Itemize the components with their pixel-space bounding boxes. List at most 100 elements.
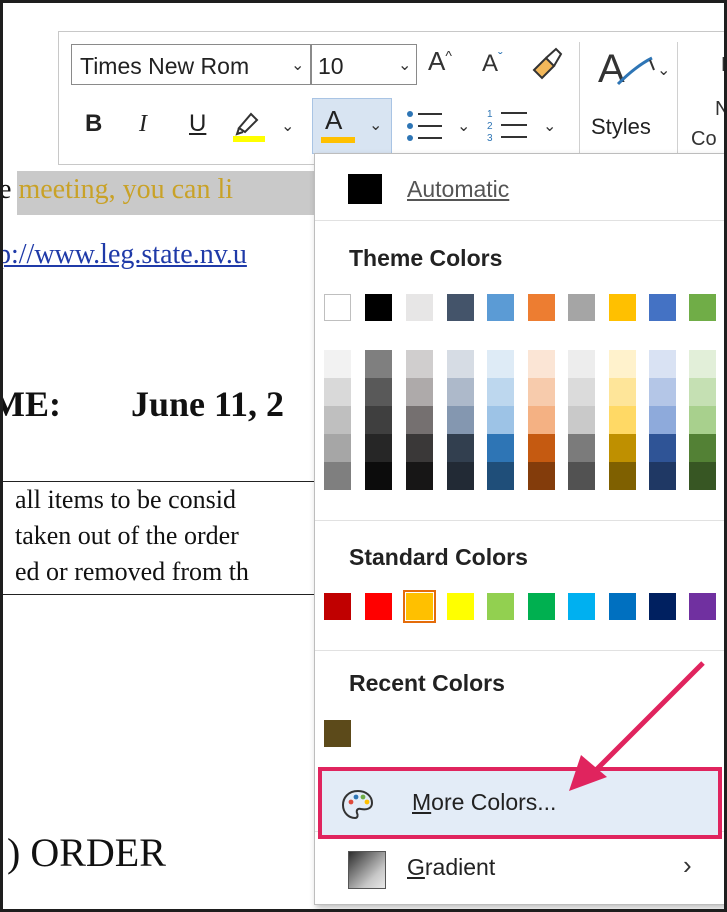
- theme-shade-swatch[interactable]: [324, 406, 351, 434]
- theme-shade-swatch[interactable]: [528, 406, 555, 434]
- theme-shade-swatch[interactable]: [324, 378, 351, 406]
- theme-shade-swatch[interactable]: [365, 462, 392, 490]
- standard-color-swatch[interactable]: [609, 593, 636, 620]
- theme-shade-swatch[interactable]: [406, 434, 433, 462]
- italic-button[interactable]: I: [139, 112, 147, 136]
- theme-color-swatch[interactable]: [324, 294, 351, 321]
- theme-shade-swatch[interactable]: [568, 406, 595, 434]
- standard-color-swatch[interactable]: [365, 593, 392, 620]
- theme-shade-swatch[interactable]: [406, 350, 433, 378]
- chevron-down-icon[interactable]: ⌄: [291, 55, 304, 75]
- theme-shade-swatch[interactable]: [487, 462, 514, 490]
- underline-button[interactable]: U: [189, 112, 206, 136]
- standard-color-swatch[interactable]: [487, 593, 514, 620]
- standard-color-swatch[interactable]: [649, 593, 676, 620]
- theme-shade-swatch[interactable]: [487, 350, 514, 378]
- standard-color-swatch[interactable]: [403, 590, 436, 623]
- chevron-down-icon[interactable]: ⌄: [657, 60, 670, 80]
- chevron-down-icon[interactable]: ⌄: [398, 55, 411, 75]
- theme-shade-swatch[interactable]: [447, 378, 474, 406]
- standard-color-swatch[interactable]: [324, 593, 351, 620]
- theme-shade-swatch[interactable]: [609, 406, 636, 434]
- grow-font-icon[interactable]: A^: [428, 48, 452, 74]
- doc-link[interactable]: p://www.leg.state.nv.u: [3, 239, 247, 270]
- theme-shade-swatch[interactable]: [365, 378, 392, 406]
- theme-shade-swatch[interactable]: [568, 434, 595, 462]
- font-size-combobox[interactable]: 10 ⌄: [311, 44, 417, 85]
- theme-shade-swatch[interactable]: [689, 462, 716, 490]
- theme-shade-swatch[interactable]: [365, 434, 392, 462]
- theme-color-swatch[interactable]: [406, 294, 433, 321]
- font-color-button[interactable]: A ⌄: [312, 98, 392, 154]
- standard-color-swatch[interactable]: [689, 593, 716, 620]
- theme-shade-swatch[interactable]: [568, 350, 595, 378]
- theme-color-swatch[interactable]: [487, 294, 514, 321]
- theme-color-swatch[interactable]: [447, 294, 474, 321]
- theme-shade-swatch[interactable]: [689, 434, 716, 462]
- theme-shade-swatch[interactable]: [609, 462, 636, 490]
- theme-shade-swatch[interactable]: [487, 406, 514, 434]
- standard-colors-heading: Standard Colors: [349, 544, 528, 570]
- theme-shade-swatch[interactable]: [568, 378, 595, 406]
- theme-color-swatch[interactable]: [689, 294, 716, 321]
- theme-shade-swatch[interactable]: [324, 462, 351, 490]
- theme-shade-swatch[interactable]: [406, 378, 433, 406]
- theme-color-swatch[interactable]: [528, 294, 555, 321]
- theme-shade-swatch[interactable]: [447, 406, 474, 434]
- theme-color-swatch[interactable]: [568, 294, 595, 321]
- theme-shade-swatch[interactable]: [365, 406, 392, 434]
- theme-shade-swatch[interactable]: [487, 434, 514, 462]
- gradient-item[interactable]: Gradient ›: [315, 838, 724, 900]
- standard-color-swatch[interactable]: [568, 593, 595, 620]
- bullets-icon[interactable]: [405, 108, 445, 144]
- highlighter-icon[interactable]: [229, 104, 269, 144]
- shrink-font-icon[interactable]: Aˇ: [482, 50, 503, 76]
- theme-shade-swatch[interactable]: [528, 434, 555, 462]
- theme-shade-swatch[interactable]: [649, 378, 676, 406]
- theme-shade-swatch[interactable]: [609, 378, 636, 406]
- theme-shade-swatch[interactable]: [324, 350, 351, 378]
- theme-shade-swatch[interactable]: [528, 350, 555, 378]
- theme-shade-swatch[interactable]: [689, 350, 716, 378]
- theme-color-swatch[interactable]: [365, 294, 392, 321]
- styles-button-label[interactable]: Styles: [591, 114, 651, 140]
- theme-shade-swatch[interactable]: [406, 406, 433, 434]
- theme-shade-swatch[interactable]: [447, 350, 474, 378]
- numbering-icon[interactable]: 1 2 3: [487, 106, 529, 144]
- theme-shade-swatch[interactable]: [609, 350, 636, 378]
- theme-shade-swatch[interactable]: [406, 462, 433, 490]
- bold-button[interactable]: B: [85, 112, 102, 136]
- theme-shade-swatch[interactable]: [649, 434, 676, 462]
- recent-color-swatch[interactable]: [324, 720, 351, 747]
- styles-icon[interactable]: A: [596, 44, 656, 94]
- theme-shade-swatch[interactable]: [609, 434, 636, 462]
- standard-color-swatch[interactable]: [447, 593, 474, 620]
- theme-shade-swatch[interactable]: [649, 350, 676, 378]
- chevron-down-icon[interactable]: ⌄: [369, 115, 382, 135]
- theme-shade-swatch[interactable]: [649, 462, 676, 490]
- theme-shade-swatch[interactable]: [689, 406, 716, 434]
- more-colors-item[interactable]: More Colors...: [318, 767, 722, 839]
- chevron-down-icon[interactable]: ⌄: [281, 116, 294, 136]
- automatic-color-item[interactable]: Automatic: [315, 166, 724, 212]
- theme-shade-swatch[interactable]: [487, 378, 514, 406]
- theme-color-swatch[interactable]: [609, 294, 636, 321]
- theme-shade-swatch[interactable]: [528, 378, 555, 406]
- screenshot-frame: e meeting, you can li p://www.leg.state.…: [0, 0, 727, 912]
- theme-shade-swatch[interactable]: [649, 406, 676, 434]
- theme-shade-swatch[interactable]: [689, 378, 716, 406]
- theme-shade-swatch[interactable]: [528, 462, 555, 490]
- theme-shade-swatch[interactable]: [447, 434, 474, 462]
- chevron-down-icon[interactable]: ⌄: [457, 116, 470, 136]
- theme-color-swatch[interactable]: [649, 294, 676, 321]
- notice-line-3: ed or removed from th: [15, 557, 249, 586]
- font-name-combobox[interactable]: Times New Rom ⌄: [71, 44, 311, 85]
- theme-shade-swatch[interactable]: [324, 434, 351, 462]
- chevron-down-icon[interactable]: ⌄: [543, 116, 556, 136]
- clear-formatting-icon[interactable]: [528, 46, 564, 82]
- theme-shade-swatch[interactable]: [568, 462, 595, 490]
- theme-shade-swatch[interactable]: [447, 462, 474, 490]
- font-size-value: 10: [318, 53, 344, 79]
- theme-shade-swatch[interactable]: [365, 350, 392, 378]
- standard-color-swatch[interactable]: [528, 593, 555, 620]
